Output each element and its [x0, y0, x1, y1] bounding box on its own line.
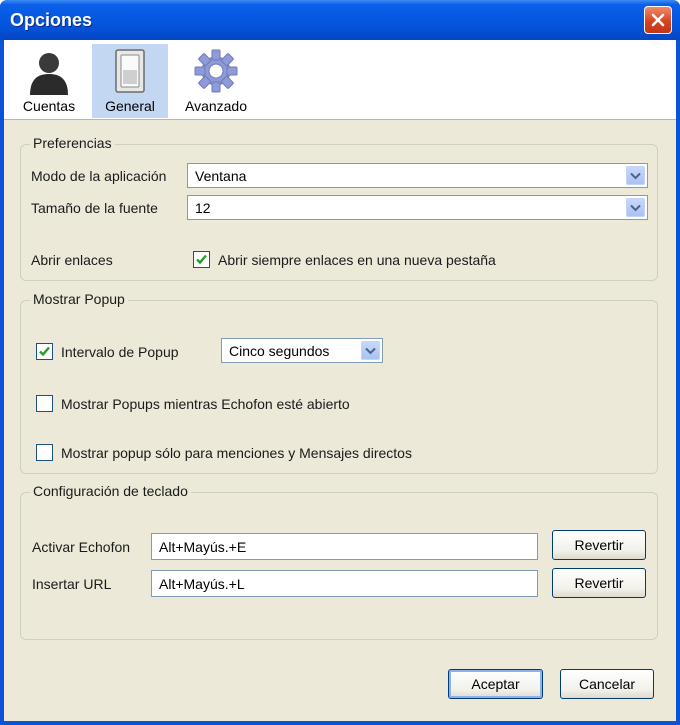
popup-group: Mostrar Popup Intervalo de Popup Cinco s… — [20, 291, 658, 474]
gear-icon — [194, 49, 238, 93]
font-size-value: 12 — [195, 200, 211, 216]
popup-while-open-checkbox[interactable] — [36, 395, 53, 412]
revert-activate-button[interactable]: Revertir — [552, 530, 646, 560]
popup-legend: Mostrar Popup — [30, 291, 128, 307]
activate-echofon-field[interactable] — [151, 533, 538, 560]
chevron-down-icon[interactable] — [361, 341, 380, 360]
app-mode-value: Ventana — [195, 168, 247, 184]
tab-cuentas-label: Cuentas — [22, 98, 76, 114]
close-icon — [651, 13, 665, 27]
tab-general[interactable]: General — [92, 44, 168, 118]
popup-interval-checkbox[interactable] — [36, 343, 53, 360]
popup-interval-value: Cinco segundos — [229, 343, 330, 359]
accept-button[interactable]: Aceptar — [448, 669, 543, 699]
switch-icon — [115, 49, 145, 93]
checkmark-icon — [196, 254, 207, 265]
cancel-button[interactable]: Cancelar — [560, 669, 654, 699]
chevron-down-icon[interactable] — [626, 166, 645, 185]
activate-echofon-label: Activar Echofon — [32, 539, 131, 555]
checkmark-icon — [39, 346, 50, 357]
options-window: Opciones Cuentas General Avanzado Prefer… — [0, 0, 680, 725]
popup-mentions-checkbox[interactable] — [36, 444, 53, 461]
open-links-checkbox-label[interactable]: Abrir siempre enlaces en una nueva pesta… — [218, 252, 496, 268]
dialog-body: Cuentas General Avanzado Preferencias Mo… — [4, 40, 676, 721]
popup-while-open-label[interactable]: Mostrar Popups mientras Echofon esté abi… — [61, 396, 350, 412]
open-links-label: Abrir enlaces — [31, 252, 113, 268]
close-button[interactable] — [644, 6, 672, 34]
tab-cuentas[interactable]: Cuentas — [16, 44, 82, 118]
user-icon — [30, 53, 68, 95]
insert-url-input[interactable] — [152, 571, 537, 596]
tab-general-label: General — [105, 98, 155, 114]
popup-interval-label[interactable]: Intervalo de Popup — [61, 344, 179, 360]
insert-url-field[interactable] — [151, 570, 538, 597]
title-bar[interactable]: Opciones — [0, 0, 680, 40]
activate-echofon-input[interactable] — [152, 534, 537, 559]
insert-url-label: Insertar URL — [32, 576, 112, 592]
preferences-legend: Preferencias — [30, 135, 115, 151]
revert-insert-url-button[interactable]: Revertir — [552, 568, 646, 598]
popup-mentions-label[interactable]: Mostrar popup sólo para menciones y Mens… — [61, 445, 412, 461]
keyboard-legend: Configuración de teclado — [30, 483, 191, 499]
app-mode-label: Modo de la aplicación — [31, 168, 167, 184]
popup-interval-select[interactable]: Cinco segundos — [221, 338, 383, 363]
font-size-select[interactable]: 12 — [187, 195, 648, 220]
keyboard-group: Configuración de teclado Activar Echofon… — [20, 483, 658, 640]
window-title: Opciones — [10, 10, 93, 30]
open-links-checkbox[interactable] — [193, 251, 210, 268]
category-toolbar: Cuentas General Avanzado — [4, 40, 676, 120]
chevron-down-icon[interactable] — [626, 198, 645, 217]
tab-avanzado[interactable]: Avanzado — [178, 44, 254, 118]
font-size-label: Tamaño de la fuente — [31, 200, 158, 216]
preferences-group: Preferencias Modo de la aplicación Venta… — [20, 135, 658, 281]
app-mode-select[interactable]: Ventana — [187, 163, 648, 188]
tab-avanzado-label: Avanzado — [184, 98, 247, 114]
